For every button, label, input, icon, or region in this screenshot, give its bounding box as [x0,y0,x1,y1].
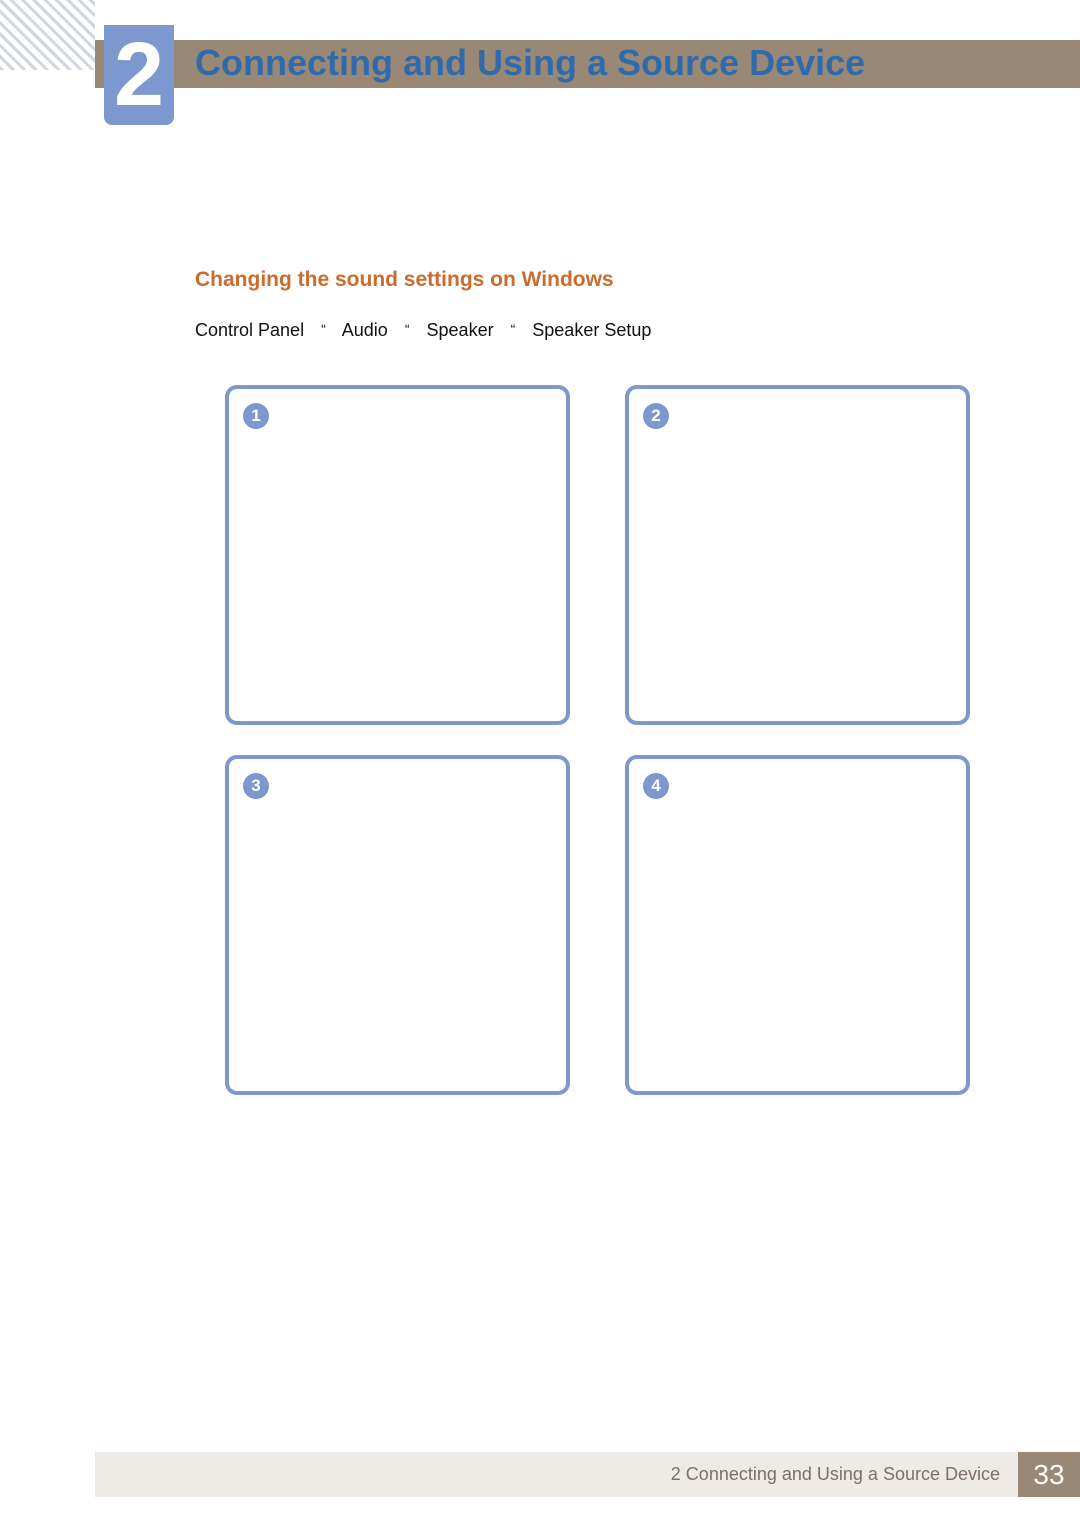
step-badge: 4 [643,773,669,799]
screenshot-box: 2 [625,385,970,725]
chapter-number: 2 [104,25,174,125]
crumb-sep: “ [405,321,410,337]
screenshot-grid: 1 2 3 4 [225,385,975,1095]
crumb: Audio [342,320,388,340]
crumb: Speaker [427,320,494,340]
chapter-title: Connecting and Using a Source Device [195,42,865,84]
screenshot-box: 3 [225,755,570,1095]
chapter-badge: 2 [104,25,174,125]
footer-text: 2 Connecting and Using a Source Device [95,1452,1018,1497]
step-badge: 2 [643,403,669,429]
corner-hatch [0,0,95,70]
crumb: Speaker Setup [532,320,651,340]
step-badge: 3 [243,773,269,799]
footer-page-number: 33 [1018,1452,1080,1497]
crumb-sep: “ [321,321,326,337]
screenshot-box: 1 [225,385,570,725]
crumb: Control Panel [195,320,304,340]
screenshot-box: 4 [625,755,970,1095]
footer: 2 Connecting and Using a Source Device 3… [95,1452,1080,1497]
breadcrumb: Control Panel “ Audio “ Speaker “ Speake… [195,320,651,341]
crumb-sep: “ [511,321,516,337]
step-badge: 1 [243,403,269,429]
section-title: Changing the sound settings on Windows [195,268,614,292]
